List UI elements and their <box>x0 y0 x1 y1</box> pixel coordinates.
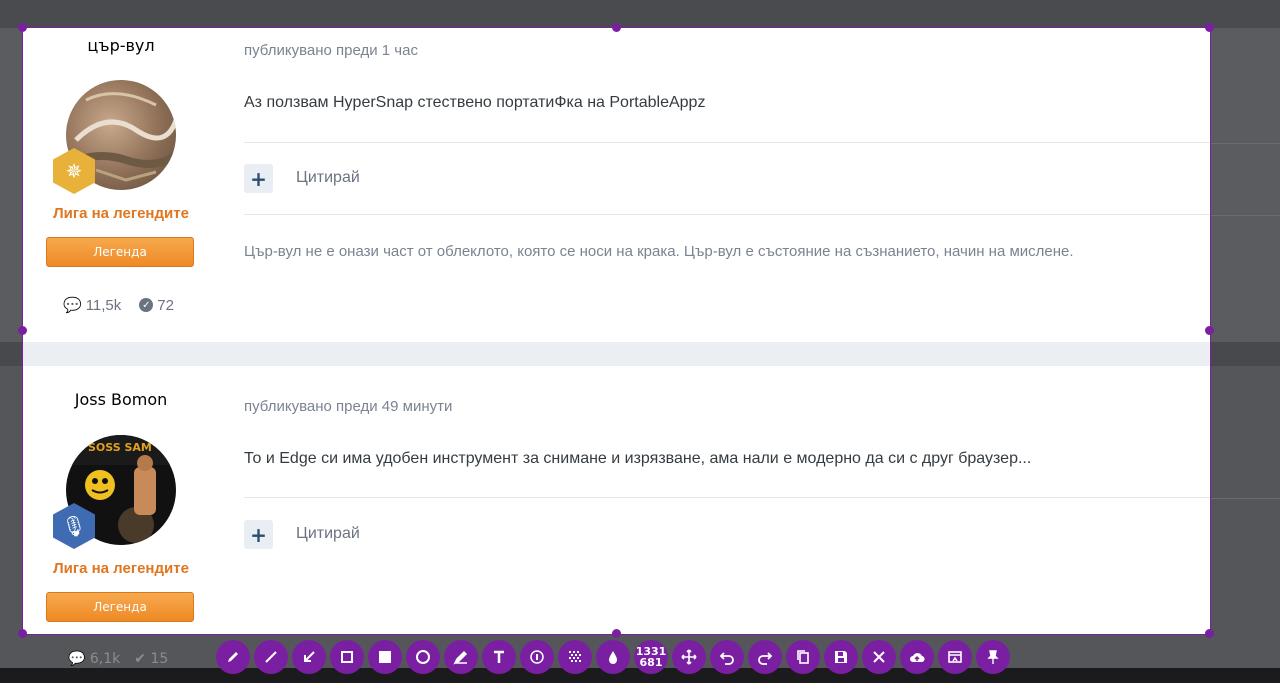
text-icon[interactable] <box>482 640 516 674</box>
marker-icon[interactable] <box>444 640 478 674</box>
forum-post: цър-вул ✵ Лига на легендите Легенда 💬 11,… <box>23 28 1210 342</box>
dimmed-comments-stat: 💬 6,1k <box>68 651 121 667</box>
ellipse-icon[interactable] <box>406 640 440 674</box>
arrow-icon[interactable] <box>292 640 326 674</box>
pin-icon[interactable] <box>976 640 1010 674</box>
copy-icon[interactable] <box>786 640 820 674</box>
pixelate-icon[interactable] <box>558 640 592 674</box>
author-stats: 💬 11,5k ✓ 72 <box>63 296 174 315</box>
dimmed-top-stripe <box>0 0 1280 28</box>
resize-handle-bottom-right[interactable] <box>1205 629 1214 638</box>
resize-handle-bottom[interactable] <box>612 629 621 638</box>
rank-badge: Легенда <box>46 237 194 267</box>
post-separator <box>23 342 1210 366</box>
rank-badge: Легенда <box>46 592 194 622</box>
post-timestamp[interactable]: публикувано преди 49 минути <box>244 398 452 415</box>
dimmed-reputation: 15 <box>150 651 169 667</box>
blur-icon[interactable] <box>596 640 630 674</box>
move-icon[interactable] <box>672 640 706 674</box>
check-circle-icon: ✓ <box>139 298 154 312</box>
capture-toolbar: 1331 681 <box>216 640 1010 676</box>
filled-rect-icon[interactable] <box>368 640 402 674</box>
quote-button[interactable]: Цитирай <box>296 169 360 187</box>
rect-icon[interactable] <box>330 640 364 674</box>
dimmed-divider <box>1210 143 1280 144</box>
comment-icon: 💬 <box>63 297 82 314</box>
open-app-icon[interactable] <box>938 640 972 674</box>
resize-handle-left[interactable] <box>18 326 27 335</box>
pen-icon[interactable] <box>216 640 250 674</box>
divider <box>244 497 1210 498</box>
dimmed-author-stats: 💬 6,1k ✔ 15 <box>68 651 168 667</box>
forum-post: Joss Bomon SOSS SAM 🎙 Лига на легендите … <box>23 366 1210 634</box>
multiquote-button[interactable]: + <box>244 520 273 549</box>
divider <box>244 214 1210 215</box>
post-content: Аз ползвам HyperSnap стествено портатиФк… <box>244 94 706 111</box>
reputation-stat[interactable]: ✓ 72 <box>139 296 174 314</box>
svg-text:SOSS SAM: SOSS SAM <box>88 441 152 454</box>
resize-handle-top[interactable] <box>612 23 621 32</box>
reputation-count: 72 <box>157 296 174 314</box>
dimmed-reputation-stat: ✔ 15 <box>134 651 169 667</box>
posts-count: 11,5k <box>85 296 122 314</box>
member-group: Лига на легендите <box>53 560 189 577</box>
resize-handle-top-left[interactable] <box>18 23 27 32</box>
post-content: То и Edge си има удобен инструмент за сн… <box>244 450 1032 467</box>
resize-handle-right[interactable] <box>1205 326 1214 335</box>
author-name[interactable]: цър-вул <box>23 36 219 55</box>
resize-handle-top-right[interactable] <box>1205 23 1214 32</box>
upload-icon[interactable] <box>900 640 934 674</box>
line-icon[interactable] <box>254 640 288 674</box>
plus-icon: + <box>250 166 267 191</box>
plus-icon: + <box>250 522 267 547</box>
undo-icon[interactable] <box>710 640 744 674</box>
save-icon[interactable] <box>824 640 858 674</box>
dimmed-divider <box>1210 215 1280 216</box>
dimmed-posts-count: 6,1k <box>89 651 121 667</box>
dimmed-divider <box>1210 498 1280 499</box>
size-readout: 1331 681 <box>634 640 668 674</box>
post-timestamp[interactable]: публикувано преди 1 час <box>244 42 418 59</box>
quote-button[interactable]: Цитирай <box>296 525 360 543</box>
resize-handle-bottom-left[interactable] <box>18 629 27 638</box>
close-icon[interactable] <box>862 640 896 674</box>
redo-icon[interactable] <box>748 640 782 674</box>
counter-icon[interactable] <box>520 640 554 674</box>
divider <box>244 142 1210 143</box>
multiquote-button[interactable]: + <box>244 164 273 193</box>
size-height: 681 <box>639 656 663 669</box>
capture-selection[interactable]: цър-вул ✵ Лига на легендите Легенда 💬 11,… <box>23 28 1210 634</box>
posts-stat[interactable]: 💬 11,5k <box>63 296 122 315</box>
author-name[interactable]: Joss Bomon <box>23 390 219 409</box>
post-signature: Цър-вул не е онази част от облеклото, ко… <box>244 243 1074 260</box>
member-group: Лига на легендите <box>53 205 189 222</box>
